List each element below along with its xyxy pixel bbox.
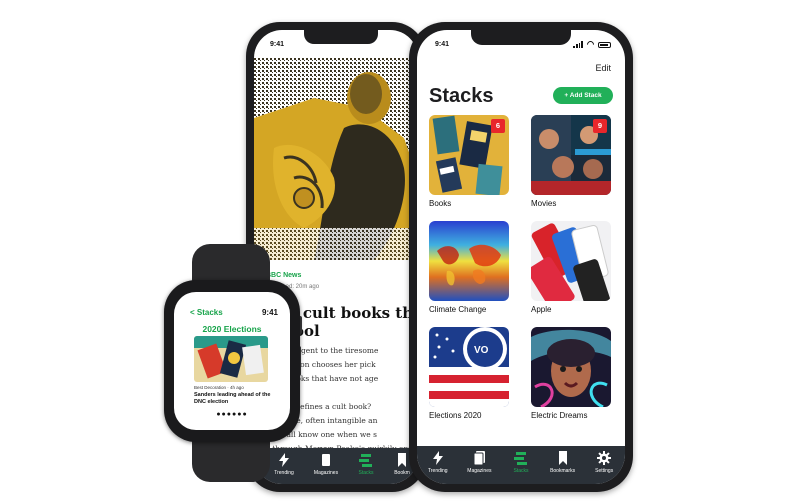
gear-icon (597, 451, 612, 465)
page-indicator: ●●●●●● (216, 411, 248, 418)
stack-label: Elections 2020 (429, 411, 482, 420)
tab-label: Magazines (467, 468, 492, 474)
lightning-icon (431, 451, 445, 465)
back-button[interactable]: < Stacks (190, 308, 223, 317)
stack-movies[interactable]: 9 Movies (531, 115, 611, 208)
notch (304, 30, 378, 44)
magazine-icon (319, 453, 333, 467)
watch-strap-bottom (192, 438, 270, 482)
stacks-icon (513, 451, 528, 465)
watch-time: 9:41 (261, 308, 278, 317)
tab-label: Bookmarks (550, 468, 576, 474)
tab-bookmarks[interactable]: Bookmarks (543, 451, 583, 474)
article-tab-bar: Trending Magazines Stacks Bookm (254, 448, 418, 484)
tab-label: Bookm (394, 470, 410, 476)
tab-magazines[interactable]: Magazines (306, 453, 346, 476)
wifi-icon (586, 41, 595, 48)
watch-strap-top (192, 244, 270, 284)
svg-text:VO: VO (474, 345, 489, 356)
stacks-screen: 9:41 Edit Stacks + Add Stack 6 Books 9 M… (417, 30, 625, 484)
magazine-icon (472, 451, 486, 465)
stacks-tab-bar: Trending Magazines Stacks Bookmarks Sett… (417, 446, 625, 484)
count-badge: 6 (491, 119, 505, 133)
stack-thumbnail (531, 327, 611, 407)
watch-screen: < Stacks 9:41 2020 Elections Best Decora… (174, 292, 290, 430)
page-title: Stacks (429, 85, 494, 107)
tab-label: Stacks (358, 470, 374, 476)
status-bar: 9:41 (254, 30, 418, 58)
stack-books[interactable]: 6 Books (429, 115, 509, 208)
count-badge: 9 (593, 119, 607, 133)
watch: < Stacks 9:41 2020 Elections Best Decora… (164, 280, 300, 442)
watch-article-image[interactable] (194, 336, 268, 382)
tab-label: Trending (274, 470, 294, 476)
tab-trending[interactable]: Trending (418, 451, 458, 474)
tab-settings[interactable]: Settings (584, 451, 624, 474)
stacks-icon (359, 453, 373, 467)
stack-apple[interactable]: Apple (531, 221, 611, 314)
edit-button[interactable]: Edit (595, 63, 611, 73)
stack-label: Books (429, 199, 452, 208)
watch-article-headline[interactable]: Sanders leading ahead of the DNC electio… (194, 392, 274, 406)
stack-elections-2020[interactable]: VO Elections 2020 (429, 327, 509, 420)
tab-magazines[interactable]: Magazines (459, 451, 499, 474)
stack-climate-change[interactable]: Climate Change (429, 221, 509, 314)
stack-thumbnail: VO (429, 327, 509, 407)
article-source[interactable]: BBC News (266, 272, 301, 279)
tab-trending[interactable]: Trending (264, 453, 304, 476)
stack-label: Movies (531, 199, 557, 208)
stack-label: Climate Change (429, 305, 487, 314)
stack-thumbnail (531, 221, 611, 301)
stack-electric-dreams[interactable]: Electric Dreams (531, 327, 611, 420)
tab-label: Stacks (513, 468, 529, 474)
status-time: 9:41 (435, 41, 450, 48)
article-hero-image (254, 58, 418, 260)
bookmark-icon (395, 453, 409, 467)
stack-label: Electric Dreams (531, 411, 588, 420)
lightning-icon (277, 453, 291, 467)
notch (471, 30, 571, 45)
stack-thumbnail (429, 221, 509, 301)
stack-label: Apple (531, 305, 552, 314)
add-stack-button[interactable]: + Add Stack (553, 87, 613, 104)
stacks-phone: 9:41 Edit Stacks + Add Stack 6 Books 9 M… (409, 22, 633, 492)
status-icons (573, 41, 611, 48)
tab-label: Magazines (313, 470, 339, 476)
tab-label: Trending (428, 468, 448, 474)
tab-stacks[interactable]: Stacks (501, 451, 541, 474)
watch-title: 2020 Elections (202, 324, 262, 334)
bookmark-icon (556, 451, 570, 465)
tab-label: Settings (595, 468, 614, 474)
signal-icon (573, 41, 583, 48)
status-time: 9:41 (270, 41, 285, 48)
watch-article-meta: Best Decoration · 4h ago (194, 385, 244, 390)
battery-icon (598, 41, 611, 48)
tab-stacks[interactable]: Stacks (346, 453, 386, 476)
